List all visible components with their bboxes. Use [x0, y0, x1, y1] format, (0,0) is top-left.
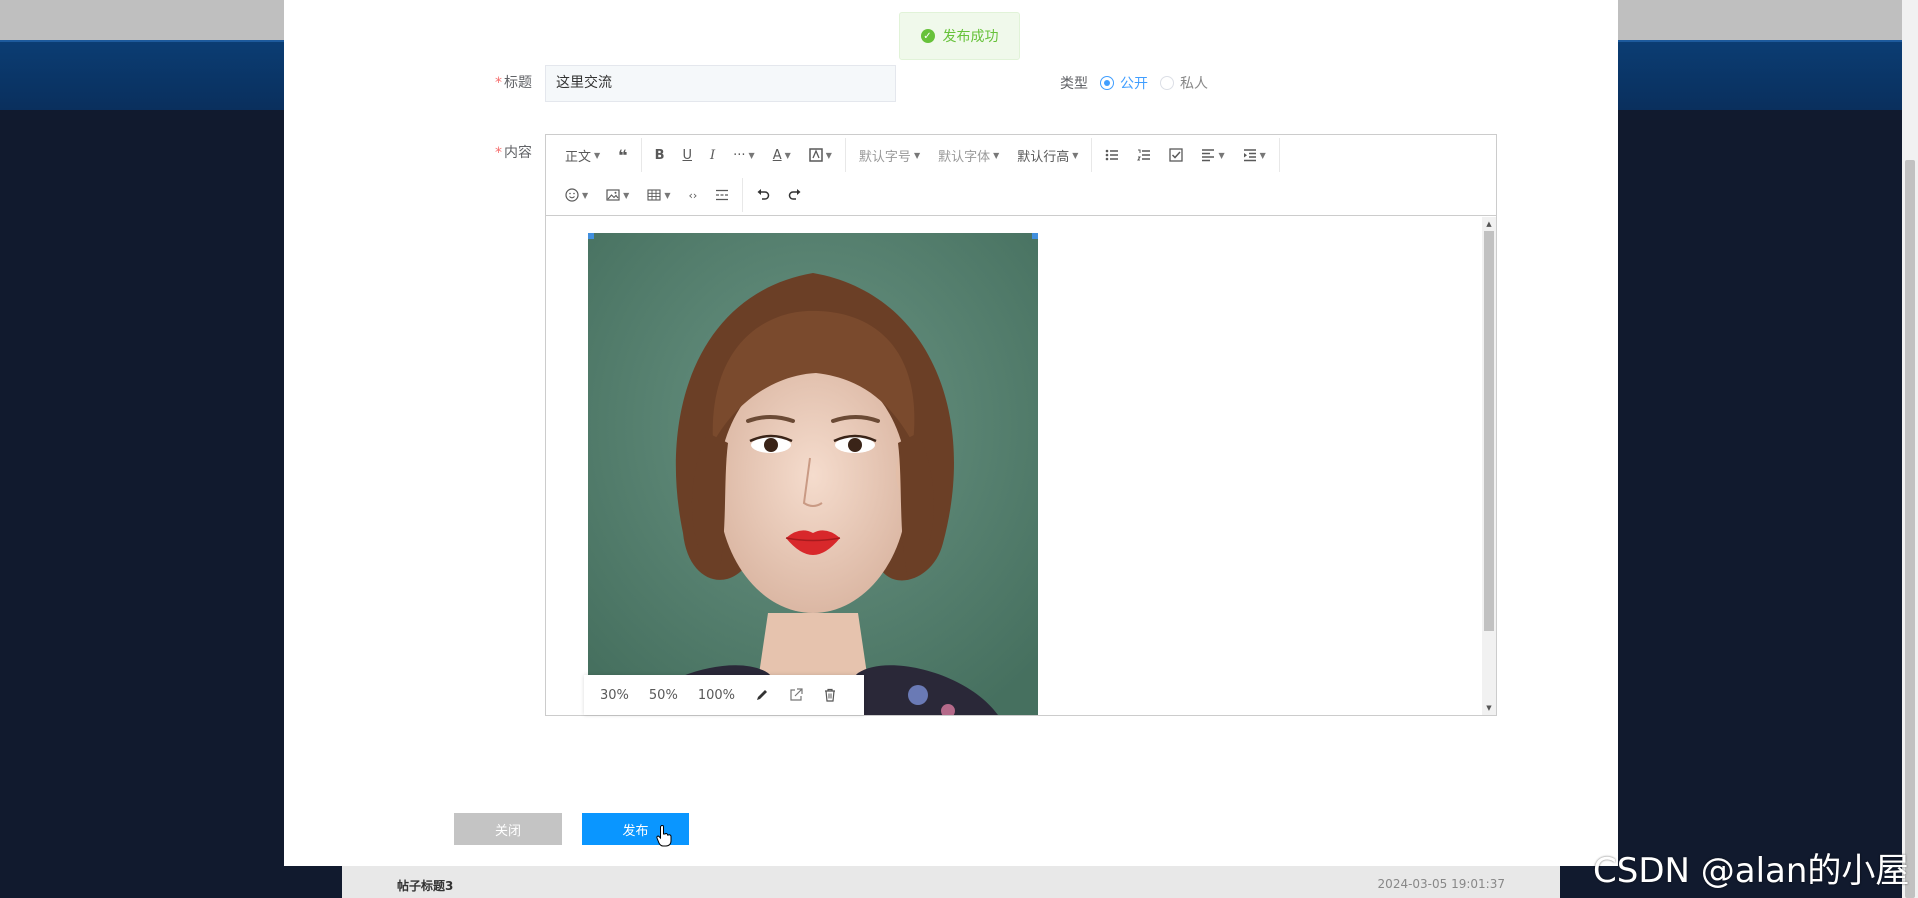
- indent-icon: [1243, 149, 1256, 162]
- required-mark: *: [495, 75, 502, 91]
- page-scrollbar-thumb[interactable]: [1905, 160, 1915, 898]
- editor-content-area[interactable]: 30% 50% 100% ▲ ▼: [546, 217, 1496, 715]
- portrait-photo: [588, 233, 1038, 715]
- table-icon: [647, 189, 661, 201]
- bulleted-list-icon: [1106, 149, 1119, 161]
- csdn-watermark: CSDN @alan的小屋: [1593, 851, 1910, 891]
- image-size-30-button[interactable]: 30%: [590, 675, 639, 715]
- background-post-row[interactable]: 帖子标题3 2024-03-05 19:01:37: [342, 864, 1560, 898]
- editor-scrollbar-thumb[interactable]: [1484, 231, 1494, 631]
- content-label: * 内容: [495, 145, 532, 161]
- type-label: 类型: [1060, 76, 1088, 92]
- table-button[interactable]: ▼: [638, 179, 679, 211]
- rich-text-editor: 正文 ▼ ❝ B U I ··· ▼ A ▼ ▼ 默认字号 ▼ 默认字体 ▼ 默认行高 ▼: [545, 134, 1497, 716]
- title-input[interactable]: 这里交流: [545, 65, 896, 102]
- code-button[interactable]: ‹›: [679, 179, 706, 211]
- bulleted-list-button[interactable]: [1096, 139, 1128, 171]
- image-size-50-button[interactable]: 50%: [639, 675, 688, 715]
- publish-button[interactable]: 发布: [582, 813, 689, 845]
- radio-private-circle[interactable]: [1160, 76, 1174, 90]
- resize-handle-top-right[interactable]: [1032, 233, 1038, 239]
- radio-public-circle[interactable]: [1100, 76, 1114, 90]
- toolbar-divider: [1278, 138, 1280, 172]
- font-size-select[interactable]: 默认字号 ▼: [850, 139, 929, 171]
- toast-message: 发布成功: [942, 29, 999, 45]
- editor-toolbar: 正文 ▼ ❝ B U I ··· ▼ A ▼ ▼ 默认字号 ▼ 默认字体 ▼ 默认行高 ▼: [546, 135, 1496, 216]
- toolbar-divider: [742, 178, 744, 212]
- toolbar-divider: [640, 138, 642, 172]
- check-circle-icon: ✓: [920, 29, 935, 43]
- image-icon: [606, 189, 620, 201]
- post-time: 2024-03-05 19:01:37: [1377, 877, 1505, 891]
- horizontal-rule-icon: [716, 189, 729, 201]
- redo-icon: [789, 189, 801, 200]
- hand-pointer-icon: [656, 825, 672, 847]
- success-toast: ✓ 发布成功: [899, 12, 1020, 60]
- todo-button[interactable]: [1160, 139, 1192, 171]
- toolbar-row-1: 正文 ▼ ❝ B U I ··· ▼ A ▼ ▼ 默认字号 ▼ 默认字体 ▼ 默认行高 ▼: [546, 135, 1284, 175]
- align-button[interactable]: ▼: [1192, 139, 1233, 171]
- highlight-icon: [809, 148, 823, 162]
- image-edit-button[interactable]: [745, 675, 779, 715]
- pencil-icon: [756, 690, 767, 700]
- checkbox-icon: [1169, 148, 1184, 162]
- required-mark: *: [495, 145, 502, 161]
- underline-button[interactable]: U: [673, 139, 701, 171]
- image-button[interactable]: ▼: [597, 179, 638, 211]
- image-size-100-button[interactable]: 100%: [688, 675, 745, 715]
- editor-scrollbar[interactable]: ▲ ▼: [1482, 217, 1496, 715]
- bold-button[interactable]: B: [646, 139, 674, 171]
- radio-private[interactable]: 私人: [1160, 73, 1208, 93]
- radio-private-label: 私人: [1180, 76, 1208, 92]
- scroll-up-arrow-icon[interactable]: ▲: [1482, 217, 1496, 231]
- image-link-button[interactable]: [779, 675, 813, 715]
- line-height-select[interactable]: 默认行高 ▼: [1008, 139, 1087, 171]
- indent-button[interactable]: ▼: [1234, 139, 1275, 171]
- more-style-button[interactable]: ··· ▼: [724, 139, 764, 171]
- close-button[interactable]: 关闭: [454, 813, 562, 845]
- redo-button[interactable]: [779, 179, 811, 211]
- title-label: * 标题: [495, 75, 532, 91]
- radio-public-label: 公开: [1120, 76, 1148, 92]
- undo-button[interactable]: [747, 179, 779, 211]
- numbered-list-icon: [1137, 149, 1151, 161]
- toolbar-row-2: ▼ ▼ ▼ ‹›: [546, 175, 811, 215]
- image-hover-toolbar: 30% 50% 100%: [584, 675, 864, 715]
- scroll-down-arrow-icon[interactable]: ▼: [1482, 701, 1496, 715]
- inserted-portrait-image[interactable]: [588, 233, 1038, 715]
- toolbar-divider: [844, 138, 846, 172]
- trash-icon: [824, 688, 835, 702]
- page-scrollbar[interactable]: [1902, 0, 1918, 898]
- font-color-button[interactable]: A ▼: [764, 139, 800, 171]
- publish-post-dialog: ✓ 发布成功 * 标题 这里交流 类型 公开 私人 * 内容 正文 ▼ ❝ B U I: [284, 0, 1618, 866]
- emoji-button[interactable]: ▼: [556, 179, 597, 211]
- toolbar-divider: [1091, 138, 1093, 172]
- post-title: 帖子标题3: [397, 879, 454, 893]
- emoji-icon: [565, 188, 579, 202]
- background-color-button[interactable]: ▼: [800, 139, 841, 171]
- type-radio-group: 类型 公开 私人: [1060, 73, 1208, 93]
- font-family-select[interactable]: 默认字体 ▼: [929, 139, 1008, 171]
- undo-icon: [757, 189, 770, 200]
- paragraph-format-button[interactable]: 正文 ▼: [556, 139, 609, 171]
- numbered-list-button[interactable]: [1128, 139, 1160, 171]
- external-link-icon: [790, 688, 803, 701]
- radio-public[interactable]: 公开: [1100, 73, 1148, 93]
- resize-handle-top-left[interactable]: [588, 233, 594, 239]
- align-left-icon: [1202, 149, 1215, 162]
- italic-button[interactable]: I: [701, 139, 724, 171]
- quote-button[interactable]: ❝: [609, 139, 636, 171]
- image-delete-button[interactable]: [813, 675, 847, 715]
- divider-button[interactable]: [706, 179, 738, 211]
